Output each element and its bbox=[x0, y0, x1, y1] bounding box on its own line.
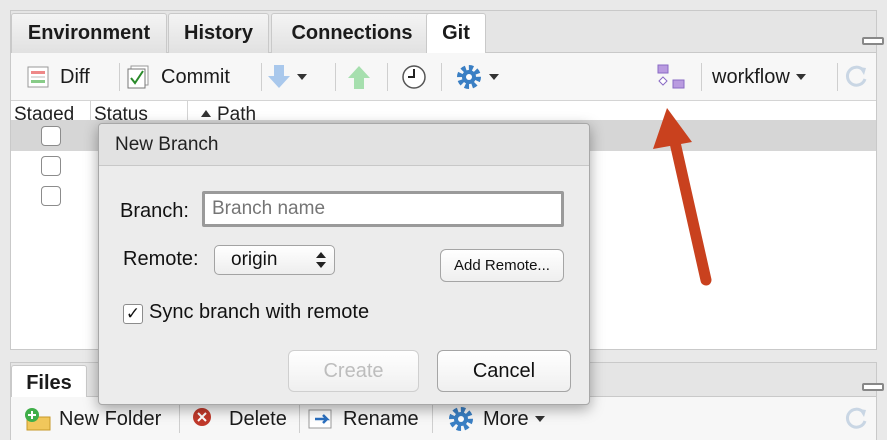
refresh-icon bbox=[845, 65, 867, 87]
more-label: More bbox=[483, 407, 529, 430]
tab-git[interactable]: Git bbox=[426, 13, 486, 54]
toolbar-divider bbox=[119, 63, 120, 91]
toolbar-divider bbox=[179, 405, 180, 433]
gear-icon bbox=[457, 65, 481, 89]
sync-branch-label: Sync branch with remote bbox=[149, 301, 370, 323]
toolbar-divider bbox=[299, 405, 300, 433]
sort-ascending-icon bbox=[201, 110, 211, 118]
pull-arrow-icon bbox=[268, 65, 290, 88]
rename-icon bbox=[308, 409, 332, 429]
toolbar-divider bbox=[701, 63, 702, 91]
minimize-pane-icon[interactable] bbox=[862, 37, 884, 45]
toolbar-divider bbox=[441, 63, 442, 91]
files-more-button[interactable]: More bbox=[447, 403, 545, 435]
new-folder-label: New Folder bbox=[59, 407, 162, 430]
tab-environment[interactable]: Environment bbox=[11, 13, 167, 53]
new-branch-button[interactable] bbox=[656, 61, 686, 93]
annotation-arrow-icon bbox=[653, 108, 712, 286]
delete-button[interactable]: Delete bbox=[191, 403, 287, 435]
rename-label: Rename bbox=[343, 407, 419, 430]
commit-label: Commit bbox=[161, 65, 230, 88]
new-folder-icon bbox=[25, 408, 51, 431]
git-toolbar: Diff Commit workflow bbox=[11, 53, 876, 101]
branch-name-input[interactable] bbox=[202, 191, 564, 227]
remote-select[interactable]: origin bbox=[214, 245, 335, 275]
minimize-pane-icon[interactable] bbox=[862, 383, 884, 391]
delete-icon bbox=[193, 408, 211, 426]
sync-branch-checkbox[interactable]: ✓ bbox=[123, 304, 143, 324]
remote-select-value: origin bbox=[231, 249, 278, 270]
new-branch-dialog: New Branch Branch: Remote: origin Add Re… bbox=[98, 123, 590, 405]
toolbar-divider bbox=[335, 63, 336, 91]
checkmark-icon: ✓ bbox=[125, 304, 141, 323]
toolbar-divider bbox=[387, 63, 388, 91]
tab-connections[interactable]: Connections bbox=[271, 13, 433, 53]
toolbar-divider bbox=[261, 63, 262, 91]
staged-checkbox[interactable] bbox=[41, 186, 61, 206]
pull-dropdown-icon bbox=[297, 74, 307, 80]
files-refresh-button[interactable] bbox=[844, 403, 870, 435]
branch-field-label: Branch: bbox=[120, 200, 189, 222]
clock-icon bbox=[402, 65, 426, 89]
create-button[interactable]: Create bbox=[288, 350, 419, 392]
rename-button[interactable]: Rename bbox=[307, 403, 419, 435]
history-button[interactable] bbox=[401, 61, 427, 93]
branch-dropdown[interactable]: workflow bbox=[712, 61, 806, 93]
tab-history[interactable]: History bbox=[168, 13, 269, 53]
remote-field-label: Remote: bbox=[123, 248, 199, 270]
select-updown-icon bbox=[316, 252, 326, 268]
more-dropdown-icon bbox=[534, 416, 545, 422]
refresh-icon bbox=[845, 407, 867, 429]
branch-dropdown-icon bbox=[795, 74, 806, 80]
staged-checkbox[interactable] bbox=[41, 156, 61, 176]
new-folder-button[interactable]: New Folder bbox=[23, 403, 161, 435]
diff-button[interactable]: Diff bbox=[27, 61, 90, 93]
top-tabbar: Environment History Connections Git bbox=[11, 11, 884, 54]
new-branch-icon bbox=[657, 64, 685, 89]
more-dropdown-icon bbox=[489, 74, 499, 80]
toolbar-divider bbox=[837, 63, 838, 91]
pull-button[interactable] bbox=[267, 61, 307, 93]
diff-label: Diff bbox=[60, 65, 90, 88]
refresh-button[interactable] bbox=[844, 61, 870, 93]
delete-label: Delete bbox=[229, 407, 287, 430]
add-remote-button[interactable]: Add Remote... bbox=[440, 249, 564, 282]
diff-icon bbox=[27, 66, 49, 88]
current-branch-label: workflow bbox=[712, 65, 790, 88]
gear-icon bbox=[449, 407, 473, 431]
dialog-title: New Branch bbox=[99, 124, 589, 166]
staged-checkbox[interactable] bbox=[41, 126, 61, 146]
push-arrow-icon bbox=[348, 66, 370, 89]
commit-button[interactable]: Commit bbox=[126, 61, 230, 93]
toolbar-divider bbox=[432, 405, 433, 433]
tab-files[interactable]: Files bbox=[11, 365, 87, 399]
commit-icon bbox=[127, 65, 149, 89]
push-button[interactable] bbox=[347, 61, 371, 93]
cancel-button[interactable]: Cancel bbox=[437, 350, 571, 392]
git-more-button[interactable] bbox=[455, 61, 499, 93]
